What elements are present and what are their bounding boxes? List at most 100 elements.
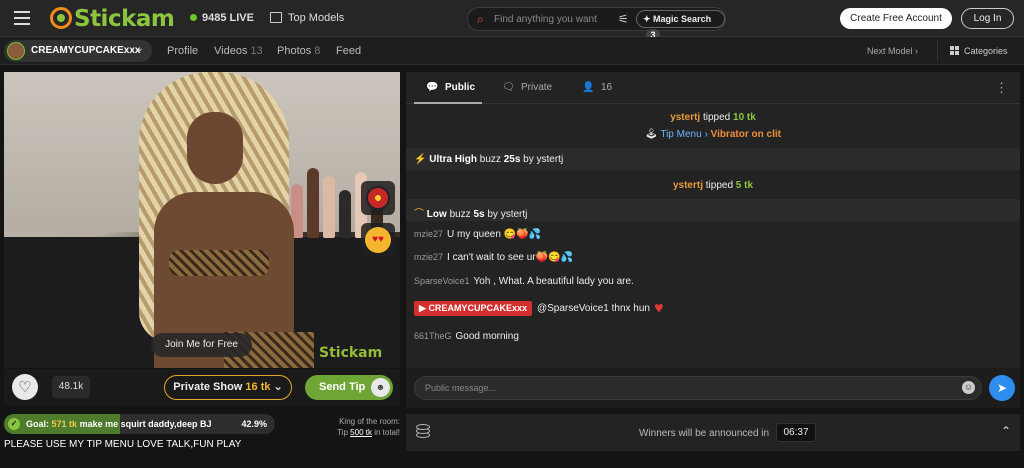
chat-panel: 💬 Public 🗨 Private 👤 16 ⋮ ystertj tipped 10… [406,72,1020,405]
chat-username[interactable]: ystertj [670,112,700,123]
chat-username[interactable]: SparseVoice1 [414,276,470,286]
chat-message: mzie27 U my queen 😋🍑💦 [414,229,541,240]
buzz-level: Ultra High [429,154,478,165]
video-controls: ♡ 48.1k Private Show 16 tk ⌄ Send Tip ☻ [4,369,400,406]
chat-message: ⌒ Low buzz 5s by ystertj [414,205,527,220]
chat-username[interactable]: 661TheG [414,331,452,341]
send-tip-button[interactable]: Send Tip ☻ [305,375,393,400]
chat-message: SparseVoice1 Yoh , What. A beautiful lady… [414,276,634,287]
tip-menu-item: Vibrator on clit [710,129,781,140]
active-tab-indicator [414,102,482,104]
chat-message-input[interactable] [414,376,982,400]
chat-input-bar: ☺ ➤ [406,368,1020,408]
winners-bar: Winners will be announced in 06:37 ⌃ [406,414,1020,451]
heart-eyes-emoji-icon[interactable]: ♥♥ [361,223,395,257]
goal-tokens: 571 tk [51,419,78,429]
camera-icon: ▶ [419,303,426,313]
logo-mark-icon [50,7,72,29]
goal-progress-bar: ✓ Goal: 571 tk make me squirt daddy,deep… [4,414,275,434]
goal-label: Goal: [26,419,50,429]
tab-users[interactable]: 👤 16 [582,82,612,93]
private-show-button[interactable]: Private Show 16 tk ⌄ [164,375,292,400]
logo[interactable]: Stickam [50,6,175,32]
buzz-label: buzz [479,154,501,165]
buzz-duration: 5s [473,209,485,220]
private-chat-icon: 🗨 [502,82,515,93]
chat-username[interactable]: mzie27 [414,229,443,239]
tip-menu-link[interactable]: Tip Menu [660,129,701,140]
tab-profile[interactable]: Profile [167,45,198,57]
video-player[interactable]: Stickam ♥♥ [4,72,400,368]
chat-username[interactable]: mzie27 [414,252,443,262]
chat-message: 🕹 Tip Menu › Vibrator on clit [406,129,1020,140]
tab-videos-count: 13 [250,45,263,57]
chat-username: CREAMYCUPCAKExxx [428,303,527,313]
magic-search-button[interactable]: ✦ Magic Search3 [636,10,725,41]
top-models-label: Top Models [288,12,345,24]
filter-icon[interactable]: ⚟ [618,12,629,26]
users-count: 16 [601,82,613,93]
video-watermark: Stickam [319,345,383,361]
chat-text: @SparseVoice1 thnx hun [536,303,650,314]
chat-text: Good morning [455,331,519,342]
next-model-label: Next Model [867,46,913,56]
king-tip-label: Tip [337,428,348,437]
tab-videos[interactable]: Videos 13 [214,45,263,57]
chat-username[interactable]: ystertj [673,180,703,191]
categories-label: Categories [964,46,1008,56]
chat-message: 661TheG Good morning [414,331,519,342]
chevron-right-icon: › [915,46,919,56]
king-amount[interactable]: 500 tk [350,428,372,437]
coins-icon [416,424,436,440]
wheel-of-fortune-icon[interactable] [361,181,395,215]
create-account-button[interactable]: Create Free Account [840,8,952,29]
tab-photos-count: 8 [314,45,321,57]
tip-icon: ☻ [371,378,390,397]
search-input[interactable]: Find anything you want [494,14,597,25]
king-label: King of the room: [339,417,400,426]
buzz-duration: 25s [503,154,521,165]
tab-private[interactable]: 🗨 Private [502,82,552,93]
top-bar: Stickam 9485 LIVE Top Models ⌕ Find anyt… [0,0,1024,41]
tip-amount: 5 tk [735,180,754,191]
search-bar[interactable]: ⌕ Find anything you want ⚟ ✦ Magic Searc… [467,7,726,41]
categories-button[interactable]: Categories [950,46,1008,56]
chevron-up-icon[interactable]: ⌃ [1001,424,1011,438]
menu-icon[interactable] [14,11,30,25]
tab-public-label: Public [445,82,476,93]
chat-bubble-icon: 💬 [426,82,439,93]
goal-icon: ✓ [8,418,20,430]
next-model-button[interactable]: Next Model › [867,46,918,56]
chat-text: Yoh , What. A beautiful lady you are. [473,276,634,287]
like-heart-icon[interactable]: ♡ [12,374,38,400]
lightning-icon: ⚡ [414,154,427,165]
goal-percent: 42.9% [241,419,267,429]
chevron-down-icon: ⌄ [135,43,144,54]
send-message-button[interactable]: ➤ [989,375,1015,401]
divider [937,41,938,61]
model-selector[interactable]: CREAMYCUPCAKExxx ⌄ [4,40,152,62]
tab-public[interactable]: 💬 Public [426,82,475,93]
chat-text: tipped [702,112,731,123]
chat-text: U my queen 😋🍑💦 [447,229,542,240]
tip-amount: 10 tk [733,112,756,123]
goal-text: Goal: 571 tk make me squirt daddy,deep B… [26,419,211,429]
top-models-link[interactable]: Top Models [270,12,344,24]
chevron-down-icon: ⌄ [273,381,283,393]
emoji-icon[interactable]: ☺ [962,381,975,394]
join-free-button[interactable]: Join Me for Free [151,333,252,357]
chat-message: ⚡ Ultra High buzz 25s by ystertj [414,154,563,165]
send-tip-label: Send Tip [319,381,366,393]
login-button[interactable]: Log In [961,8,1014,29]
tab-photos[interactable]: Photos 8 [277,45,320,57]
more-options-icon[interactable]: ⋮ [995,80,1008,96]
tab-feed[interactable]: Feed [336,45,361,57]
buzz-level: Low [426,209,447,220]
room-topic: PLEASE USE MY TIP MENU LOVE TALK,FUN PLA… [4,439,242,450]
low-buzz-icon: ⌒ [414,209,424,220]
model-name-tag[interactable]: ▶ CREAMYCUPCAKExxx [414,301,532,316]
live-count[interactable]: 9485 LIVE [190,12,254,24]
video-props [287,108,387,238]
buzz-label: buzz [449,209,471,220]
winners-text: Winners will be announced in [639,428,770,439]
